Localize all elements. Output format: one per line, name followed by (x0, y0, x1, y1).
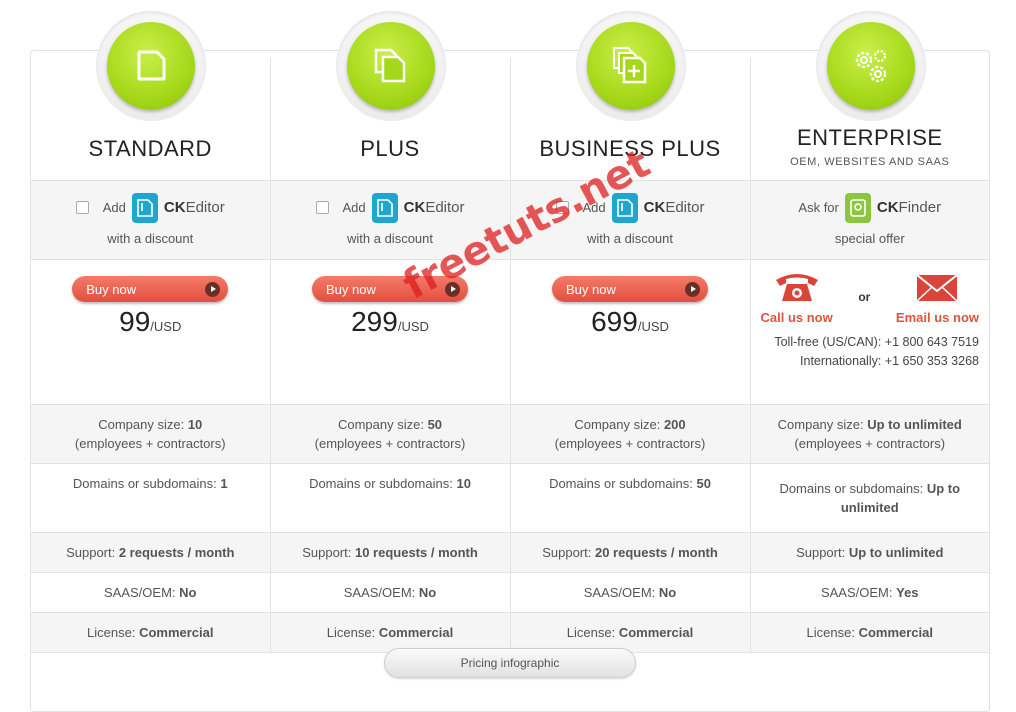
domains-cell: Domains or subdomains: 50 (510, 463, 751, 533)
ckfinder-logo-text: CKFinder (876, 199, 942, 216)
domains-cell: Domains or subdomains: 1 (31, 463, 271, 533)
plan-title: STANDARD (88, 136, 212, 161)
domains-cell: Domains or subdomains: 10 (270, 463, 511, 533)
telephone-icon (775, 274, 818, 301)
discount-cell: Add CKEditor with a discount (31, 180, 271, 260)
plan-header-standard: STANDARD (31, 58, 271, 181)
license-cell: License: Commercial (270, 612, 511, 653)
discount-note: with a discount (107, 230, 194, 246)
support-cell: Support: 2 requests / month (31, 532, 271, 573)
ckeditor-logo-text: CKEditor (403, 199, 465, 216)
license-cell: License: Commercial (510, 612, 751, 653)
company-size-cell: Company size: 50 (employees + contractors… (270, 404, 511, 464)
saas-cell: SAAS/OEM: Yes (750, 572, 989, 613)
or-label: or (858, 290, 871, 304)
company-size-cell: Company size: 10 (employees + contractors… (31, 404, 271, 464)
call-us-link[interactable]: Call us now (761, 270, 833, 327)
buy-cell: Buy now 99/USD (31, 259, 271, 405)
plan-header-plus: PLUS (270, 58, 511, 181)
special-offer-cell: Ask for CKFinder special offer (750, 180, 989, 260)
plan-title: ENTERPRISE (796, 125, 943, 150)
support-cell: Support: 20 requests / month (510, 532, 751, 573)
email-us-link[interactable]: Email us now (896, 270, 979, 327)
add-ckeditor-checkbox[interactable] (315, 201, 329, 214)
saas-cell: SAAS/OEM: No (31, 572, 271, 613)
support-cell: Support: 10 requests / month (270, 532, 511, 573)
ckeditor-logo-icon (131, 192, 158, 223)
price: 299/USD (351, 306, 429, 337)
company-size-cell: Company size: 200 (employees + contractor… (510, 404, 751, 464)
plan-header-enterprise: ENTERPRISE OEM, WEBSITES AND SAAS (750, 58, 989, 181)
ckeditor-logo-text: CKEditor (643, 199, 705, 216)
price: 699/USD (591, 306, 669, 337)
play-icon (685, 281, 700, 297)
pricing-table: STANDARD PLUS BUSINESS PLUS ENTERPRISE OE… (31, 58, 989, 653)
add-label: Add (342, 200, 366, 215)
company-size-cell: Company size: Up to unlimited (employees … (750, 404, 989, 464)
contact-cell: Call us now or Email us now Toll-free (U… (750, 259, 989, 405)
tollfree-phone: Toll-free (US/CAN): +1 800 643 7519 (774, 335, 979, 349)
international-phone: Internationally: +1 650 353 3268 (800, 354, 979, 368)
plan-subtitle: OEM, WEBSITES AND SAAS (790, 156, 950, 168)
buy-now-button[interactable]: Buy now (552, 276, 708, 302)
play-icon (205, 281, 221, 297)
license-cell: License: Commercial (31, 612, 271, 653)
special-offer-note: special offer (834, 230, 905, 246)
buy-cell: Buy now 699/USD (510, 259, 751, 405)
add-ckeditor-checkbox[interactable] (75, 201, 89, 214)
buy-cell: Buy now 299/USD (270, 259, 511, 405)
plan-title: PLUS (360, 136, 420, 161)
support-cell: Support: Up to unlimited (750, 532, 989, 573)
domains-cell: Domains or subdomains: Up to unlimited (750, 463, 989, 533)
license-cell: License: Commercial (750, 612, 989, 653)
ckfinder-logo-icon (844, 192, 871, 223)
add-label: Add (102, 200, 126, 215)
buy-now-button[interactable]: Buy now (72, 276, 229, 302)
saas-cell: SAAS/OEM: No (510, 572, 751, 613)
saas-cell: SAAS/OEM: No (270, 572, 511, 613)
ckeditor-logo-icon (371, 192, 398, 223)
price: 99/USD (119, 306, 182, 337)
pricing-infographic-button[interactable]: Pricing infographic (384, 648, 636, 678)
ask-for-label: Ask for (798, 200, 839, 215)
envelope-icon (916, 274, 959, 302)
ckeditor-logo-text: CKEditor (163, 199, 225, 216)
